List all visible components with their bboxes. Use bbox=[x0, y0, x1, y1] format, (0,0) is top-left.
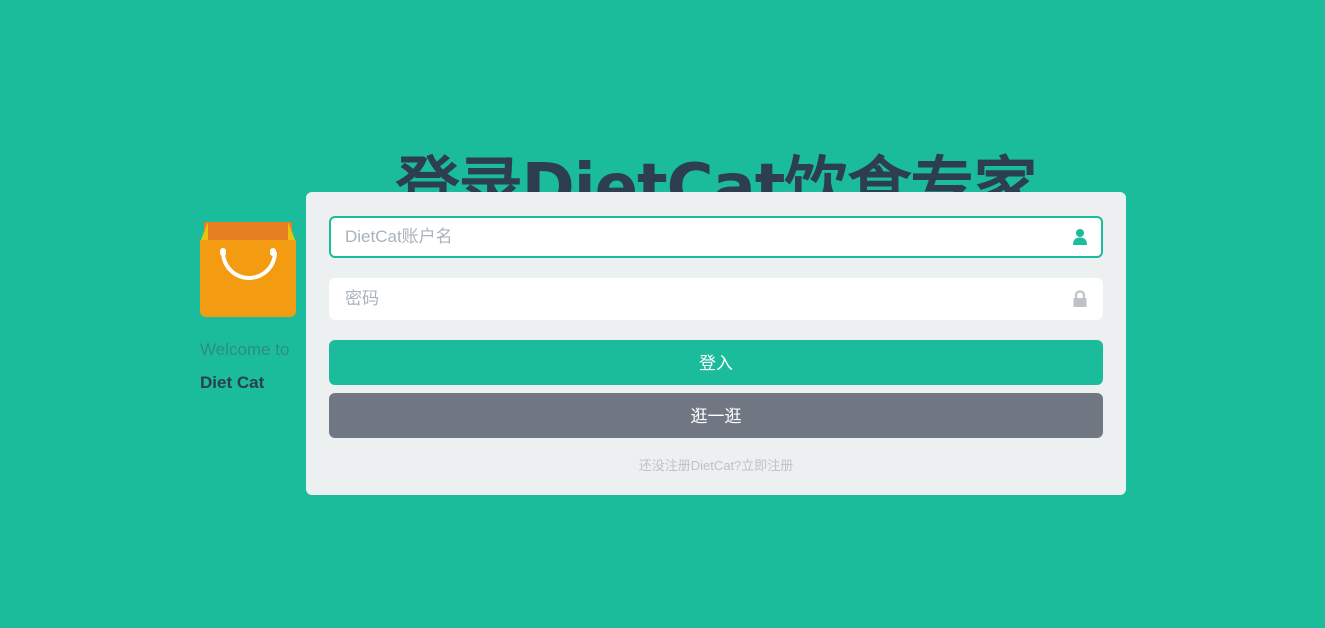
username-field[interactable] bbox=[329, 216, 1103, 258]
shopping-bag-icon bbox=[200, 222, 296, 317]
brand-panel: Welcome to Diet Cat bbox=[200, 222, 300, 393]
brand-name: Diet Cat bbox=[200, 373, 265, 392]
login-form: 登入 逛一逛 还没注册DietCat?立即注册 bbox=[306, 192, 1126, 495]
username-input[interactable] bbox=[331, 218, 1101, 256]
user-icon bbox=[1073, 229, 1087, 245]
lock-icon bbox=[1073, 290, 1087, 307]
register-link[interactable]: 还没注册DietCat?立即注册 bbox=[306, 455, 1126, 474]
welcome-text: Welcome to bbox=[200, 340, 290, 359]
password-input[interactable] bbox=[331, 280, 1101, 318]
password-field[interactable] bbox=[329, 278, 1103, 320]
browse-button[interactable]: 逛一逛 bbox=[329, 393, 1103, 438]
login-button[interactable]: 登入 bbox=[329, 340, 1103, 385]
